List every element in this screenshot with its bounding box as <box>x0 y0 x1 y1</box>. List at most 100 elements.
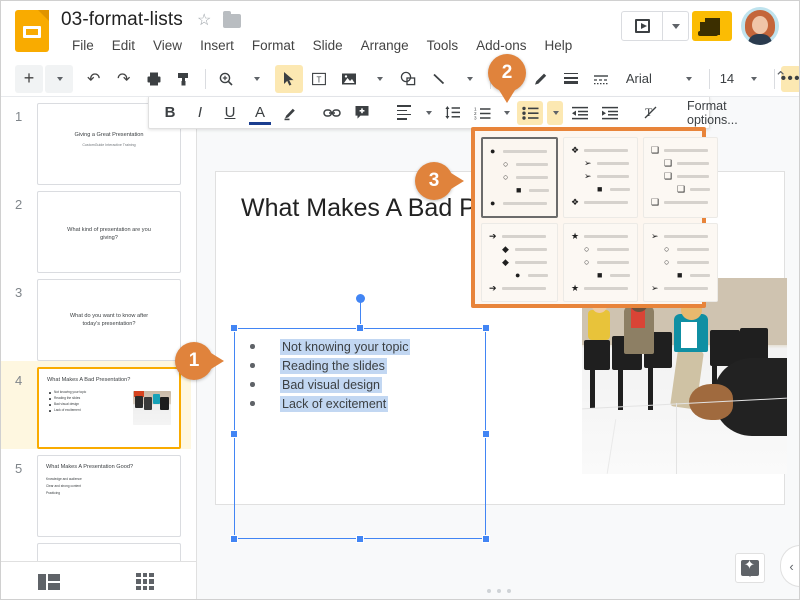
menu-item-insert[interactable]: Insert <box>191 36 243 55</box>
bullet-mark: ◆ <box>502 257 509 267</box>
explore-button[interactable] <box>735 553 765 583</box>
rotate-handle[interactable] <box>355 294 365 303</box>
bullet-mark: ❑ <box>664 158 673 168</box>
align-caret[interactable] <box>421 101 435 125</box>
menu-item-addons[interactable]: Add-ons <box>467 36 535 55</box>
font-family-caret[interactable] <box>674 65 702 93</box>
resize-handle-ne[interactable] <box>482 324 490 332</box>
redo-button[interactable]: ↷ <box>110 65 138 93</box>
line-icon[interactable] <box>425 65 453 93</box>
resize-handle-e[interactable] <box>482 429 490 438</box>
bullet-style-option-2[interactable]: ❖ ➢ ➢ ■ ❖ <box>563 137 638 218</box>
font-size-field[interactable]: 14 <box>716 71 738 86</box>
list-item-text[interactable]: Not knowing your topic <box>280 339 411 355</box>
border-weight-icon[interactable] <box>557 65 585 93</box>
bullet-style-option-6[interactable]: ➢ ○ ○ ■ ➢ <box>643 223 718 302</box>
bullet-mark: ○ <box>584 257 590 267</box>
grid-view-icon[interactable] <box>97 572 193 591</box>
clear-formatting-icon[interactable]: T <box>639 101 665 125</box>
bullet-style-option-5[interactable]: ★ ○ ○ ■ ★ <box>563 223 638 302</box>
text-box-icon[interactable]: T <box>305 65 333 93</box>
select-tool-button[interactable] <box>274 64 303 93</box>
new-slide-caret[interactable] <box>45 64 73 93</box>
star-icon[interactable]: ☆ <box>197 13 213 29</box>
new-slide-button[interactable]: + <box>15 64 43 93</box>
folder-icon[interactable] <box>223 11 241 28</box>
present-button[interactable] <box>622 12 662 40</box>
zoom-icon[interactable] <box>212 65 240 93</box>
slide-thumbnail-5[interactable]: 5 What Makes A Presentation Good? Knowle… <box>1 449 191 537</box>
bullet-mark: ■ <box>516 185 522 195</box>
bulleted-list-button[interactable] <box>517 100 543 125</box>
numbered-list-icon[interactable]: 123 <box>469 101 495 125</box>
avatar[interactable] <box>741 7 779 45</box>
bullet-style-option-1[interactable]: ● ○ ○ ■ ● <box>481 137 558 218</box>
resize-handle-se[interactable] <box>482 535 490 543</box>
highlight-icon[interactable] <box>277 101 303 125</box>
add-comment-icon[interactable] <box>349 101 375 125</box>
resize-handle-s[interactable] <box>356 535 364 543</box>
paint-format-icon[interactable] <box>170 65 198 93</box>
selected-text-box[interactable]: Not knowing your topic Reading the slide… <box>230 294 490 543</box>
image-icon[interactable] <box>335 65 363 93</box>
slide-thumbnail-list[interactable]: 1 Giving a Great Presentation CustomGuid… <box>1 97 191 583</box>
slide-thumbnail-4[interactable]: 4 What Makes A Bad Presentation? Not kno… <box>1 361 191 449</box>
increase-indent-icon[interactable] <box>597 101 623 125</box>
bullet-style-dropdown-panel[interactable]: ● ○ ○ ■ ● ❖ ➢ ➢ ■ ❖ ❑ ❑ ❑ ❑ ❑ ➔ ◆ ◆ ● ➔ … <box>471 127 718 308</box>
resize-handle-w[interactable] <box>230 429 238 438</box>
resize-handle-nw[interactable] <box>230 324 238 332</box>
resize-handle-n[interactable] <box>356 324 364 332</box>
menu-item-edit[interactable]: Edit <box>103 36 144 55</box>
list-item-text[interactable]: Lack of excitement <box>280 396 389 412</box>
side-panel-toggle[interactable]: ‹ <box>780 545 799 587</box>
present-dropdown-caret[interactable] <box>662 12 688 40</box>
bulleted-list-caret[interactable] <box>547 100 563 125</box>
menu-item-view[interactable]: View <box>144 36 191 55</box>
image-caret[interactable] <box>365 65 393 93</box>
menu-item-file[interactable]: File <box>63 36 103 55</box>
thumbnail-canvas: What do you want to know after today's p… <box>37 279 181 361</box>
line-spacing-icon[interactable] <box>439 101 465 125</box>
slide-thumbnail-6[interactable] <box>1 537 191 583</box>
bullet-mark: ❑ <box>651 197 660 207</box>
menu-item-arrange[interactable]: Arrange <box>352 36 418 55</box>
bullet-style-option-3[interactable]: ❑ ❑ ❑ ❑ ❑ <box>643 137 718 218</box>
menu-item-tools[interactable]: Tools <box>418 36 468 55</box>
slide-thumbnail-3[interactable]: 3 What do you want to know after today's… <box>1 273 191 361</box>
share-button[interactable] <box>692 11 732 41</box>
format-options-button[interactable]: Format options... <box>687 99 738 127</box>
filmstrip-view-icon[interactable] <box>1 573 97 590</box>
numbered-list-caret[interactable] <box>499 101 513 125</box>
slide-thumbnail-2[interactable]: 2 What kind of presentation are you givi… <box>1 185 191 273</box>
line-caret[interactable] <box>455 65 483 93</box>
pen-icon[interactable] <box>527 65 555 93</box>
insert-link-icon[interactable] <box>319 101 345 125</box>
menu-item-slide[interactable]: Slide <box>304 36 352 55</box>
border-dash-icon[interactable] <box>587 65 615 93</box>
list-item-text[interactable]: Bad visual design <box>280 377 382 393</box>
bullet-mark: ◆ <box>502 244 509 254</box>
print-icon[interactable] <box>140 65 168 93</box>
resize-handle-sw[interactable] <box>230 535 238 543</box>
align-icon[interactable] <box>391 101 417 125</box>
shape-icon[interactable] <box>395 65 423 93</box>
font-family-field[interactable]: Arial <box>620 71 673 86</box>
bullet-mark: ■ <box>677 270 683 280</box>
thumb-bullet: Clear and strong content <box>46 484 81 488</box>
underline-button[interactable]: U <box>217 101 243 125</box>
italic-button[interactable]: I <box>187 101 213 125</box>
bullet-style-option-4[interactable]: ➔ ◆ ◆ ● ➔ <box>481 223 558 302</box>
bold-button[interactable]: B <box>157 101 183 125</box>
font-size-caret[interactable] <box>739 65 767 93</box>
decrease-indent-icon[interactable] <box>567 101 593 125</box>
menu-item-format[interactable]: Format <box>243 36 304 55</box>
zoom-caret[interactable] <box>242 65 270 93</box>
document-title[interactable]: 03-format-lists <box>61 9 183 31</box>
slide-title[interactable]: What Makes A Bad Pre <box>241 194 498 223</box>
list-item-text[interactable]: Reading the slides <box>280 358 387 374</box>
text-color-button[interactable]: A <box>247 101 273 125</box>
menu-item-help[interactable]: Help <box>535 36 581 55</box>
bullet-mark: ● <box>490 146 496 156</box>
undo-button[interactable]: ↶ <box>80 65 108 93</box>
collapse-toolbar-icon[interactable]: ⌃ <box>774 68 787 86</box>
